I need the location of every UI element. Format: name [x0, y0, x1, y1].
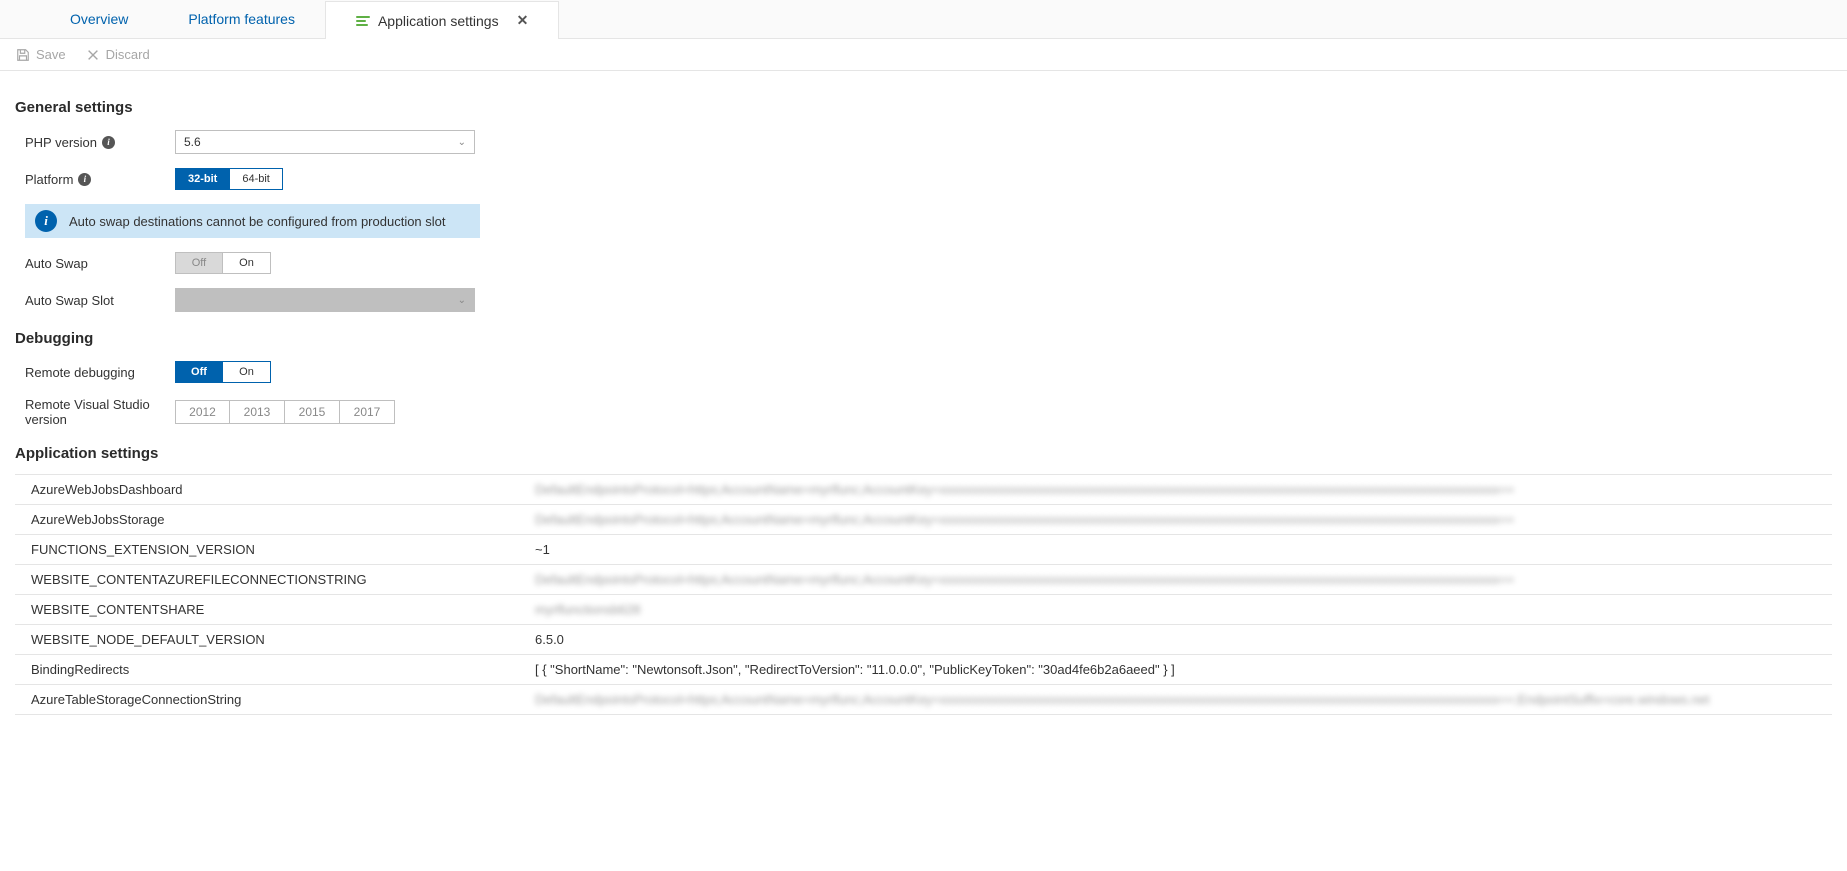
setting-value: DefaultEndpointsProtocol=https;AccountNa… [535, 482, 1832, 497]
info-icon[interactable]: i [78, 173, 91, 186]
chevron-down-icon: ⌄ [458, 295, 466, 306]
setting-key: WEBSITE_CONTENTAZUREFILECONNECTIONSTRING [15, 572, 535, 587]
close-icon[interactable]: ✕ [517, 12, 529, 29]
vs-2015-button[interactable]: 2015 [285, 400, 340, 424]
vs-2017-button[interactable]: 2017 [340, 400, 395, 424]
tab-application-settings[interactable]: Application settings ✕ [325, 1, 559, 39]
settings-icon [356, 16, 370, 26]
section-debugging-heading: Debugging [15, 330, 1832, 347]
auto-swap-off-button: Off [175, 252, 223, 274]
discard-icon [86, 48, 100, 62]
info-icon[interactable]: i [102, 136, 115, 149]
info-icon: i [35, 210, 57, 232]
table-row[interactable]: AzureWebJobsDashboardDefaultEndpointsPro… [15, 475, 1832, 505]
discard-button[interactable]: Discard [86, 47, 150, 62]
discard-label: Discard [106, 47, 150, 62]
setting-key: FUNCTIONS_EXTENSION_VERSION [15, 542, 535, 557]
table-row[interactable]: WEBSITE_NODE_DEFAULT_VERSION6.5.0 [15, 625, 1832, 655]
table-row[interactable]: FUNCTIONS_EXTENSION_VERSION~1 [15, 535, 1832, 565]
tabs-bar: Overview Platform features Application s… [0, 0, 1847, 39]
setting-key: WEBSITE_NODE_DEFAULT_VERSION [15, 632, 535, 647]
auto-swap-toggle: Off On [175, 252, 271, 274]
table-row[interactable]: WEBSITE_CONTENTAZUREFILECONNECTIONSTRING… [15, 565, 1832, 595]
setting-key: WEBSITE_CONTENTSHARE [15, 602, 535, 617]
row-auto-swap-slot: Auto Swap Slot ⌄ [25, 288, 1832, 312]
remote-debugging-toggle: Off On [175, 361, 271, 383]
setting-value: DefaultEndpointsProtocol=https;AccountNa… [535, 512, 1832, 527]
auto-swap-on-button: On [223, 252, 271, 274]
auto-swap-info-text: Auto swap destinations cannot be configu… [69, 214, 446, 229]
php-version-select[interactable]: 5.6 ⌄ [175, 130, 475, 154]
auto-swap-info-bar: i Auto swap destinations cannot be confi… [25, 204, 480, 238]
remote-debugging-label: Remote debugging [25, 365, 175, 380]
setting-key: AzureTableStorageConnectionString [15, 692, 535, 707]
table-row[interactable]: AzureWebJobsStorageDefaultEndpointsProto… [15, 505, 1832, 535]
section-app-settings-heading: Application settings [15, 445, 1832, 462]
save-button[interactable]: Save [16, 47, 66, 62]
auto-swap-slot-label: Auto Swap Slot [25, 293, 175, 308]
app-settings-table: AzureWebJobsDashboardDefaultEndpointsPro… [15, 474, 1832, 715]
php-version-label: PHP version i [25, 135, 175, 150]
vs-version-label: Remote Visual Studio version [25, 397, 175, 427]
toolbar: Save Discard [0, 39, 1847, 71]
vs-version-segmented: 2012 2013 2015 2017 [175, 400, 395, 424]
section-general-heading: General settings [15, 99, 1832, 116]
vs-2013-button[interactable]: 2013 [230, 400, 285, 424]
setting-value: DefaultEndpointsProtocol=https;AccountNa… [535, 692, 1832, 707]
platform-toggle: 32-bit 64-bit [175, 168, 283, 190]
save-icon [16, 48, 30, 62]
row-php-version: PHP version i 5.6 ⌄ [25, 130, 1832, 154]
content-area: General settings PHP version i 5.6 ⌄ Pla… [0, 71, 1847, 725]
setting-key: BindingRedirects [15, 662, 535, 677]
save-label: Save [36, 47, 66, 62]
remote-debugging-on-button[interactable]: On [223, 361, 271, 383]
auto-swap-slot-select: ⌄ [175, 288, 475, 312]
tab-platform-features[interactable]: Platform features [158, 1, 325, 37]
setting-value: myrlfunctionsb628 [535, 602, 1832, 617]
setting-value: DefaultEndpointsProtocol=https;AccountNa… [535, 572, 1832, 587]
tab-application-settings-label: Application settings [378, 13, 499, 29]
table-row[interactable]: BindingRedirects[ { "ShortName": "Newton… [15, 655, 1832, 685]
setting-key: AzureWebJobsStorage [15, 512, 535, 527]
remote-debugging-off-button[interactable]: Off [175, 361, 223, 383]
platform-64bit-button[interactable]: 64-bit [230, 168, 283, 190]
row-auto-swap: Auto Swap Off On [25, 252, 1832, 274]
row-platform: Platform i 32-bit 64-bit [25, 168, 1832, 190]
setting-value: 6.5.0 [535, 632, 1832, 647]
tab-overview[interactable]: Overview [40, 1, 158, 37]
row-vs-version: Remote Visual Studio version 2012 2013 2… [25, 397, 1832, 427]
row-remote-debugging: Remote debugging Off On [25, 361, 1832, 383]
auto-swap-label: Auto Swap [25, 256, 175, 271]
php-version-value: 5.6 [184, 135, 201, 149]
table-row[interactable]: AzureTableStorageConnectionStringDefault… [15, 685, 1832, 715]
vs-2012-button[interactable]: 2012 [175, 400, 230, 424]
chevron-down-icon: ⌄ [458, 137, 466, 148]
setting-value: [ { "ShortName": "Newtonsoft.Json", "Red… [535, 662, 1832, 677]
table-row[interactable]: WEBSITE_CONTENTSHAREmyrlfunctionsb628 [15, 595, 1832, 625]
setting-value: ~1 [535, 542, 1832, 557]
platform-label: Platform i [25, 172, 175, 187]
setting-key: AzureWebJobsDashboard [15, 482, 535, 497]
platform-32bit-button[interactable]: 32-bit [175, 168, 230, 190]
